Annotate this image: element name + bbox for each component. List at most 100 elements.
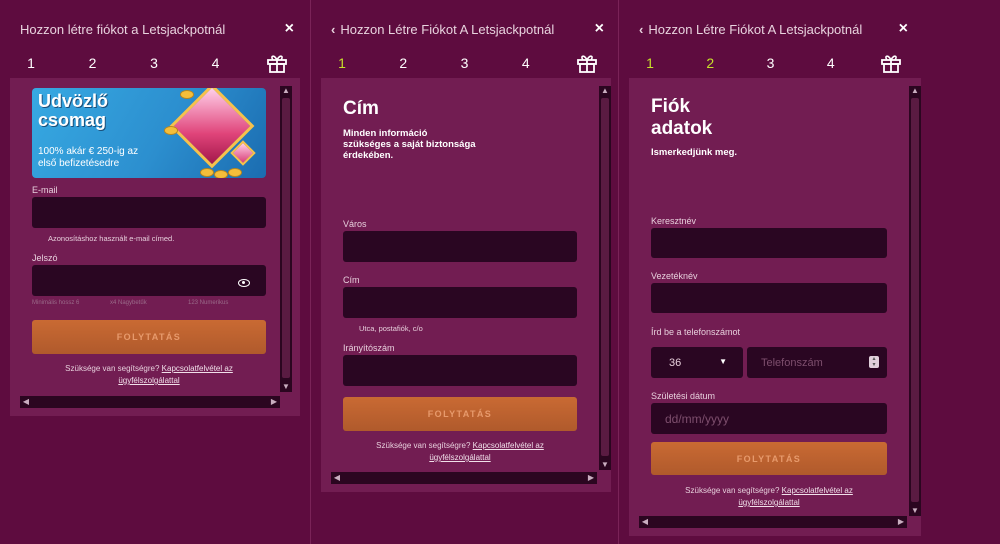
section-heading: Fiók adatok [651, 96, 712, 140]
close-icon[interactable]: × [285, 20, 294, 38]
eye-icon[interactable] [238, 279, 250, 287]
step-4[interactable]: 4 [515, 55, 537, 71]
panel-title: Hozzon létre fiókot a Letsjackpotnál [20, 21, 226, 37]
horizontal-scrollbar[interactable]: ◀ ▶ [331, 472, 597, 484]
scroll-left-icon[interactable]: ◀ [331, 472, 343, 484]
zip-label: Irányítószám [343, 343, 395, 353]
subheading-line: Minden információ [343, 128, 428, 139]
password-label: Jelszó [32, 253, 58, 263]
scroll-right-icon[interactable]: ▶ [585, 472, 597, 484]
subheading-line: szükséges a saját biztonsága [343, 139, 476, 150]
step-2[interactable]: 2 [699, 55, 721, 71]
city-input[interactable] [343, 231, 577, 262]
signup-panel-step1: Hozzon létre fiókot a Letsjackpotnál × 1… [0, 0, 310, 544]
email-label: E-mail [32, 185, 58, 195]
vertical-scrollbar[interactable]: ▲ ▼ [280, 86, 292, 392]
support-link[interactable]: Kapcsolatfelvétel az [473, 441, 544, 450]
horizontal-scrollbar[interactable]: ◀ ▶ [20, 396, 280, 408]
step-3[interactable]: 3 [760, 55, 782, 71]
address-hint: Utca, postafiók, c/o [359, 324, 423, 333]
country-code-select[interactable]: 36 ▼ [651, 347, 743, 378]
scroll-right-icon[interactable]: ▶ [895, 516, 907, 528]
step-2[interactable]: 2 [392, 55, 414, 71]
panel-header: ‹ Hozzon Létre Fiókot A Letsjackpotnál × [331, 20, 604, 38]
signup-panel-step3: ‹ Hozzon Létre Fiókot A Letsjackpotnál ×… [618, 0, 924, 544]
help-text: Szüksége van segítségre? Kapcsolatfelvét… [343, 440, 577, 464]
scroll-down-icon[interactable]: ▼ [280, 382, 292, 392]
form-body: Cím Minden információ szükséges a saját … [321, 78, 611, 492]
banner-heading: Udvözlő csomag [38, 91, 108, 130]
password-input[interactable] [32, 265, 266, 296]
gift-icon[interactable] [576, 53, 598, 73]
address-input[interactable] [343, 287, 577, 318]
scroll-thumb[interactable] [282, 98, 290, 378]
scroll-left-icon[interactable]: ◀ [639, 516, 651, 528]
zip-input[interactable] [343, 355, 577, 386]
firstname-input[interactable] [651, 228, 887, 258]
panel-title: Hozzon Létre Fiókot A Letsjackpotnál [648, 21, 863, 37]
back-arrow-icon[interactable]: ‹ [639, 22, 643, 37]
step-3[interactable]: 3 [454, 55, 476, 71]
horizontal-scrollbar[interactable]: ◀ ▶ [639, 516, 907, 528]
continue-button[interactable]: FOLYTATÁS [32, 320, 266, 354]
gift-icon[interactable] [266, 53, 288, 73]
subheading-line: érdekében. [343, 150, 394, 161]
scroll-right-icon[interactable]: ▶ [268, 396, 280, 408]
scroll-thumb[interactable] [911, 98, 919, 502]
scroll-left-icon[interactable]: ◀ [20, 396, 32, 408]
help-text: Szüksége van segítségre? Kapcsolatfelvét… [651, 485, 887, 509]
support-link-2[interactable]: ügyfélszolgálattal [738, 498, 799, 507]
coin-icon [200, 168, 214, 177]
panel-title: Hozzon Létre Fiókot A Letsjackpotnál [340, 21, 555, 37]
support-link-2[interactable]: ügyfélszolgálattal [118, 376, 179, 385]
step-3[interactable]: 3 [143, 55, 165, 71]
scroll-up-icon[interactable]: ▲ [599, 86, 611, 96]
vertical-scrollbar[interactable]: ▲ ▼ [909, 86, 921, 516]
scroll-down-icon[interactable]: ▼ [909, 506, 921, 516]
email-hint: Azonosításhoz használt e-mail címed. [48, 234, 175, 243]
lastname-input[interactable] [651, 283, 887, 313]
coin-icon [180, 90, 194, 99]
section-heading: Cím [343, 98, 379, 119]
step-2[interactable]: 2 [82, 55, 104, 71]
city-label: Város [343, 219, 367, 229]
help-question: Szüksége van segítségre? [65, 364, 160, 373]
country-code-value: 36 [669, 356, 682, 369]
signup-panel-step2: ‹ Hozzon Létre Fiókot A Letsjackpotnál ×… [310, 0, 620, 544]
number-spinner-icon[interactable]: ▴ ▾ [869, 356, 879, 368]
step-indicator: 1 2 3 4 [331, 52, 598, 74]
step-4[interactable]: 4 [205, 55, 227, 71]
rule-numeric: 123 Numerikus [188, 300, 229, 306]
email-input[interactable] [32, 197, 266, 228]
section-subheading: Ismerkedjünk meg. [651, 147, 738, 158]
help-text: Szüksége van segítségre? Kapcsolatfelvét… [32, 363, 266, 387]
step-4[interactable]: 4 [820, 55, 842, 71]
continue-button[interactable]: FOLYTATÁS [651, 442, 887, 475]
close-icon[interactable]: × [595, 20, 604, 38]
back-arrow-icon[interactable]: ‹ [331, 22, 335, 37]
step-1[interactable]: 1 [20, 55, 42, 71]
dob-input[interactable]: dd/mm/yyyy [651, 403, 887, 434]
dob-label: Születési dátum [651, 391, 716, 401]
phone-input[interactable]: Telefonszám ▴ ▾ [747, 347, 887, 378]
scroll-up-icon[interactable]: ▲ [280, 86, 292, 96]
support-link[interactable]: Kapcsolatfelvétel az [162, 364, 233, 373]
support-link[interactable]: Kapcsolatfelvétel az [782, 486, 853, 495]
vertical-scrollbar[interactable]: ▲ ▼ [599, 86, 611, 470]
support-link-2[interactable]: ügyfélszolgálattal [429, 453, 490, 462]
rule-uppercase: x4 Nagybetűk [110, 300, 147, 306]
welcome-banner[interactable]: Udvözlő csomag 100% akár € 250-ig az els… [32, 88, 266, 178]
step-1[interactable]: 1 [331, 55, 353, 71]
continue-button[interactable]: FOLYTATÁS [343, 397, 577, 431]
scroll-up-icon[interactable]: ▲ [909, 86, 921, 96]
coin-icon [228, 168, 242, 177]
step-1[interactable]: 1 [639, 55, 661, 71]
coin-icon [164, 126, 178, 135]
gift-icon[interactable] [880, 53, 902, 73]
lastname-label: Vezetéknév [651, 271, 698, 281]
scroll-thumb[interactable] [601, 98, 609, 456]
step-indicator: 1 2 3 4 [639, 52, 902, 74]
close-icon[interactable]: × [899, 20, 908, 38]
phone-placeholder: Telefonszám [761, 356, 823, 369]
scroll-down-icon[interactable]: ▼ [599, 460, 611, 470]
